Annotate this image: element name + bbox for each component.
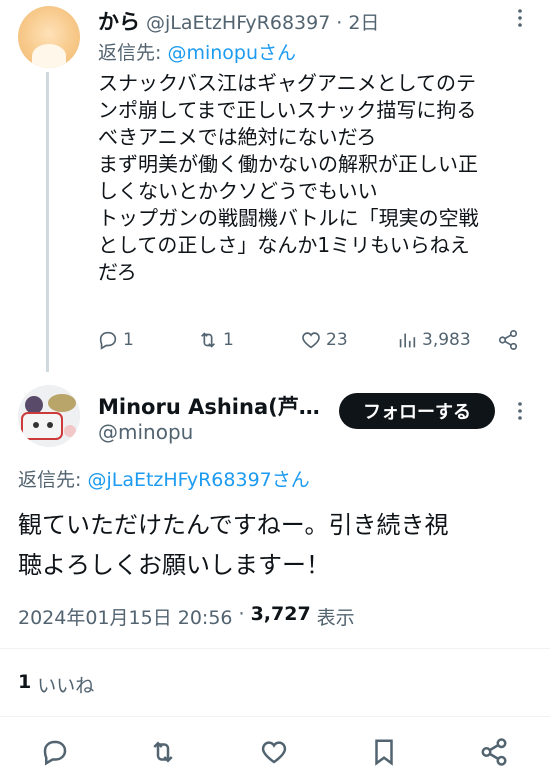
bookmark-icon[interactable] xyxy=(369,737,399,767)
separator: · xyxy=(336,12,343,34)
views-label: 表示 xyxy=(316,607,355,629)
handle[interactable]: @jLaEtzHFyR68397 xyxy=(146,12,330,34)
retweet-button[interactable]: 1 xyxy=(197,329,234,351)
likes-count: 1 xyxy=(18,671,32,693)
reply-prefix: 返信先: xyxy=(18,469,82,491)
reply-icon xyxy=(99,331,117,350)
more-icon[interactable] xyxy=(510,8,530,28)
reply-count: 1 xyxy=(123,330,134,350)
retweet-count: 1 xyxy=(223,330,234,350)
tweet-line: だろ xyxy=(98,260,137,284)
like-count: 23 xyxy=(326,330,348,350)
like-icon[interactable] xyxy=(259,737,289,767)
tweet-text: スナックバス江はギャグアニメとしてのテ ンポ崩してまで正しいスナック描写に拘る … xyxy=(98,70,538,286)
tweet-line: しくないとかクソどうでもいい xyxy=(98,179,378,203)
divider xyxy=(0,716,550,717)
views-button[interactable]: 3,983 xyxy=(396,329,471,351)
tweet-line: スナックバス江はギャグアニメとしてのテ xyxy=(98,71,476,95)
tweet-header: から @jLaEtzHFyR68397 · 2日 xyxy=(98,6,379,36)
likes-summary[interactable]: 1 いいね xyxy=(18,671,94,698)
tweet-line: まず明美が働く働かないの解釈が正しい正 xyxy=(98,152,478,176)
reply-icon[interactable] xyxy=(40,737,70,767)
reply-mention[interactable]: @jLaEtzHFyR68397さん xyxy=(87,469,309,491)
share-icon[interactable] xyxy=(497,329,519,351)
divider xyxy=(0,648,550,649)
like-button[interactable]: 23 xyxy=(300,329,348,351)
like-icon xyxy=(302,332,320,349)
tweet-line: 観ていただけたんですねー。引き続き視 xyxy=(18,511,449,539)
avatar[interactable] xyxy=(18,385,80,447)
tweet-line: としての正しさ」なんか1ミリもいらねえ xyxy=(98,233,470,257)
reply-button[interactable]: 1 xyxy=(97,329,134,351)
display-name[interactable]: Minoru Ashina(芦… xyxy=(98,391,320,421)
reply-context: 返信先: @minopuさん xyxy=(98,38,296,65)
tweet-line: ンポ崩してまで正しいスナック描写に拘る xyxy=(98,98,477,122)
retweet-icon[interactable] xyxy=(148,737,178,767)
share-icon[interactable] xyxy=(479,737,509,767)
retweet-icon xyxy=(200,332,216,348)
separator: · xyxy=(238,603,245,625)
more-icon[interactable] xyxy=(510,401,530,421)
follow-button[interactable]: フォローする xyxy=(339,393,495,429)
reply-context: 返信先: @jLaEtzHFyR68397さん xyxy=(18,465,310,492)
reply-prefix: 返信先: xyxy=(98,42,162,64)
likes-label: いいね xyxy=(37,675,95,697)
tweet-line: べきアニメでは絶対にないだろ xyxy=(98,125,377,149)
tweet-meta: 2024年01月15日 20:56 · 3,727 表示 xyxy=(18,603,355,630)
timestamp[interactable]: 2日 xyxy=(348,8,379,35)
views-count: 3,727 xyxy=(250,603,311,625)
views-count: 3,983 xyxy=(422,330,471,350)
display-name[interactable]: から xyxy=(98,6,140,36)
reply-mention[interactable]: @minopuさん xyxy=(167,42,296,64)
handle[interactable]: @minopu xyxy=(98,420,193,444)
tweet-line: 聴よろしくお願いしますー！ xyxy=(18,551,330,579)
views-icon xyxy=(399,333,416,348)
tweet-line: トップガンの戦闘機バトルに「現実の空戦 xyxy=(98,206,479,230)
tweet-text: 観ていただけたんですねー。引き続き視 聴よろしくお願いしますー！ xyxy=(18,505,538,585)
timestamp[interactable]: 2024年01月15日 20:56 xyxy=(18,603,233,630)
avatar[interactable] xyxy=(18,6,80,68)
thread-line xyxy=(46,72,49,372)
